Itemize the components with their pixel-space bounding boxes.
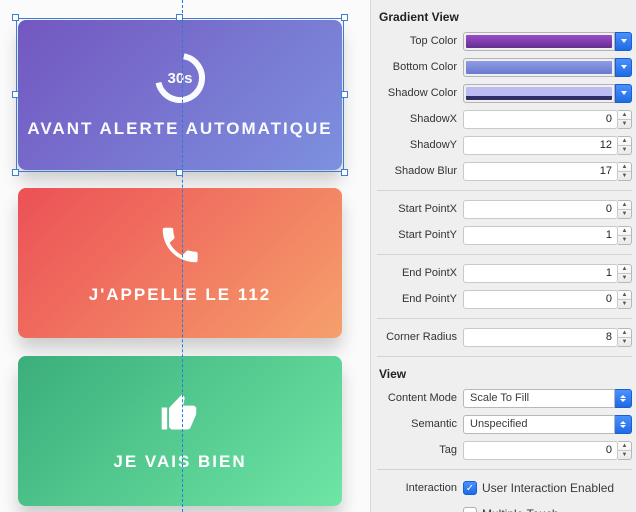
top-color-menu[interactable] bbox=[615, 32, 632, 51]
interaction-label: Interaction bbox=[377, 482, 463, 494]
shadow-color-well[interactable] bbox=[463, 84, 615, 103]
shadow-color-menu[interactable] bbox=[615, 84, 632, 103]
shadowx-field[interactable]: 0 bbox=[463, 110, 618, 129]
card-ok[interactable]: JE VAIS BIEN bbox=[18, 356, 342, 506]
startpointx-field[interactable]: 0 bbox=[463, 200, 618, 219]
endpointy-stepper[interactable]: ▲▼ bbox=[618, 290, 632, 309]
user-interaction-label: User Interaction Enabled bbox=[482, 481, 614, 495]
shadow-color-label: Shadow Color bbox=[377, 87, 463, 99]
contentmode-label: Content Mode bbox=[377, 392, 463, 404]
bottom-color-well[interactable] bbox=[463, 58, 615, 77]
top-color-well[interactable] bbox=[463, 32, 615, 51]
startpointy-field[interactable]: 1 bbox=[463, 226, 618, 245]
phone-icon bbox=[157, 222, 203, 271]
startpointy-label: Start PointY bbox=[377, 229, 463, 241]
semantic-arrows[interactable] bbox=[615, 415, 632, 434]
card-label: AVANT ALERTE AUTOMATIQUE bbox=[27, 119, 332, 139]
canvas-area[interactable]: 30s AVANT ALERTE AUTOMATIQUE J'APPELLE L… bbox=[0, 0, 370, 512]
endpointx-label: End PointX bbox=[377, 267, 463, 279]
semantic-popup[interactable]: Unspecified bbox=[463, 415, 615, 434]
cornerradius-label: Corner Radius bbox=[377, 331, 463, 343]
startpointy-stepper[interactable]: ▲▼ bbox=[618, 226, 632, 245]
contentmode-arrows[interactable] bbox=[615, 389, 632, 408]
shadowblur-label: Shadow Blur bbox=[377, 165, 463, 177]
startpointx-stepper[interactable]: ▲▼ bbox=[618, 200, 632, 219]
shadowblur-stepper[interactable]: ▲▼ bbox=[618, 162, 632, 181]
shadowx-stepper[interactable]: ▲▼ bbox=[618, 110, 632, 129]
endpointy-field[interactable]: 0 bbox=[463, 290, 618, 309]
view-header: View bbox=[377, 363, 632, 386]
shadowx-label: ShadowX bbox=[377, 113, 463, 125]
tag-stepper[interactable]: ▲▼ bbox=[618, 441, 632, 460]
divider bbox=[377, 190, 632, 191]
bottom-color-label: Bottom Color bbox=[377, 61, 463, 73]
divider bbox=[377, 254, 632, 255]
multiple-touch-checkbox[interactable] bbox=[463, 507, 477, 512]
shadowy-field[interactable]: 12 bbox=[463, 136, 618, 155]
startpointx-label: Start PointX bbox=[377, 203, 463, 215]
card-alert[interactable]: 30s AVANT ALERTE AUTOMATIQUE bbox=[18, 20, 342, 170]
card-call[interactable]: J'APPELLE LE 112 bbox=[18, 188, 342, 338]
gradient-view-header: Gradient View bbox=[377, 6, 632, 29]
tag-label: Tag bbox=[377, 444, 463, 456]
shadowy-label: ShadowY bbox=[377, 139, 463, 151]
top-color-label: Top Color bbox=[377, 35, 463, 47]
endpointx-field[interactable]: 1 bbox=[463, 264, 618, 283]
tag-field[interactable]: 0 bbox=[463, 441, 618, 460]
divider bbox=[377, 469, 632, 470]
card-label: JE VAIS BIEN bbox=[113, 452, 246, 472]
divider bbox=[377, 356, 632, 357]
shadowblur-field[interactable]: 17 bbox=[463, 162, 618, 181]
inspector-panel: Gradient View Top Color Bottom Color Sha… bbox=[370, 0, 636, 512]
thumbs-up-icon bbox=[158, 391, 202, 438]
cornerradius-field[interactable]: 8 bbox=[463, 328, 618, 347]
cornerradius-stepper[interactable]: ▲▼ bbox=[618, 328, 632, 347]
timer-icon: 30s bbox=[153, 51, 207, 105]
shadowy-stepper[interactable]: ▲▼ bbox=[618, 136, 632, 155]
divider bbox=[377, 318, 632, 319]
endpointy-label: End PointY bbox=[377, 293, 463, 305]
semantic-label: Semantic bbox=[377, 418, 463, 430]
bottom-color-menu[interactable] bbox=[615, 58, 632, 77]
card-label: J'APPELLE LE 112 bbox=[89, 285, 272, 305]
contentmode-popup[interactable]: Scale To Fill bbox=[463, 389, 615, 408]
multiple-touch-label: Multiple Touch bbox=[482, 507, 559, 512]
user-interaction-checkbox[interactable]: ✓ bbox=[463, 481, 477, 495]
endpointx-stepper[interactable]: ▲▼ bbox=[618, 264, 632, 283]
